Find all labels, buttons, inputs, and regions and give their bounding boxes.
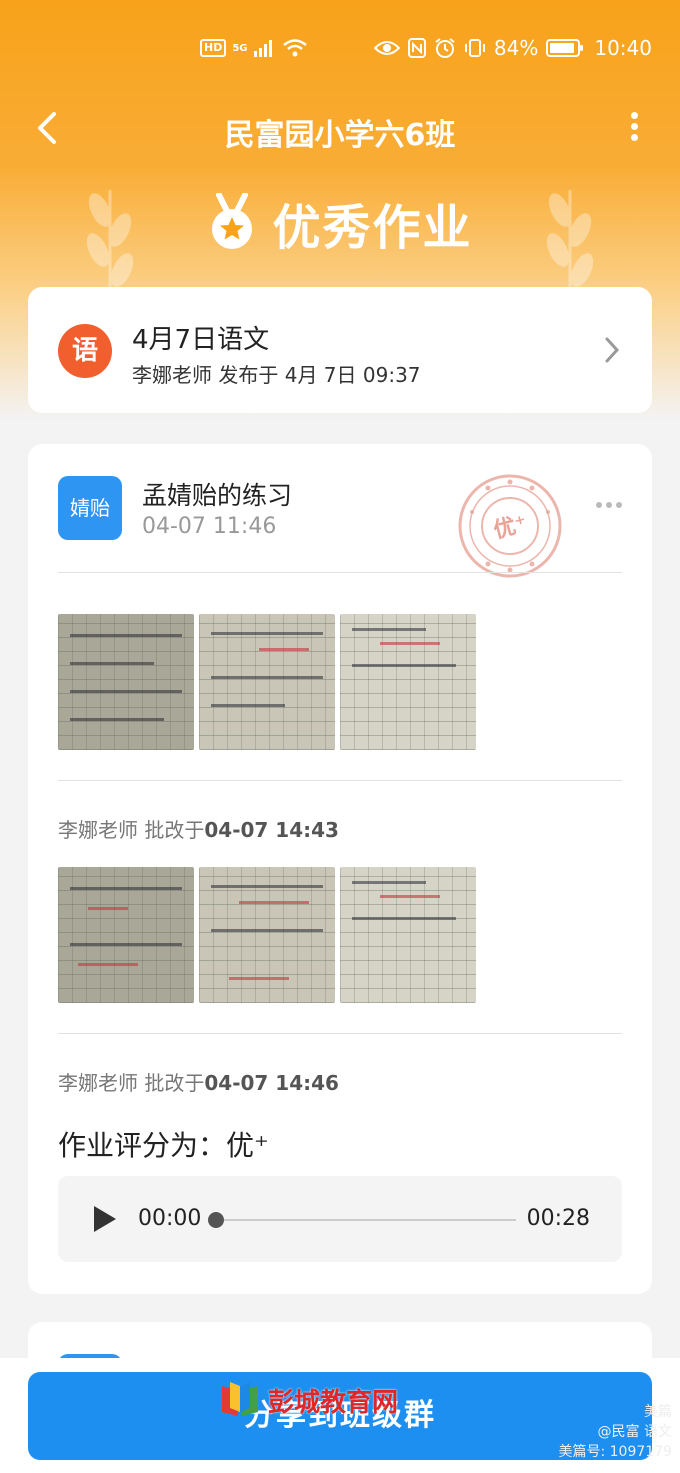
banner-title: 优秀作业: [272, 200, 473, 256]
page-title: 民富园小学六6班: [224, 118, 456, 153]
subject-badge: 语: [58, 324, 112, 378]
photo-thumbnail[interactable]: [340, 614, 476, 750]
wifi-icon: [282, 39, 307, 57]
photo-thumbnail[interactable]: [340, 867, 476, 1003]
photo-thumbnail[interactable]: [58, 614, 194, 750]
status-bar: HD 5G 84% 10:40: [0, 0, 680, 100]
review-time: 04-07 14:43: [204, 818, 339, 842]
more-options-icon[interactable]: [624, 108, 644, 148]
watermark-line: @民富 语文: [597, 1424, 672, 1440]
divider: [58, 780, 622, 781]
watermark: 彭城教育网: [218, 1378, 398, 1422]
homework-title: 4月7日语文: [132, 325, 270, 355]
review-time: 04-07 14:46: [204, 1071, 339, 1095]
score-text: 作业评分为：优⁺: [58, 1129, 269, 1162]
stamp-text: 优⁺: [491, 510, 530, 544]
network-indicators: HD 5G: [200, 38, 308, 58]
photo-thumbnail[interactable]: [199, 867, 335, 1003]
chevron-right-icon[interactable]: [602, 335, 622, 365]
audio-total-time: 00:28: [526, 1206, 590, 1231]
homework-meta: 李娜老师 发布于 4月 7日 09:37: [132, 363, 421, 387]
submission-title: 孟婧贻的练习: [142, 481, 293, 510]
review-record: 李娜老师 批改于04-07 14:46: [58, 1067, 339, 1096]
alarm-icon: [435, 38, 455, 58]
watermark-tag: 美篇 @民富 语文 美篇号: 1097179: [558, 1402, 672, 1462]
play-icon[interactable]: [94, 1206, 116, 1232]
audio-progress-handle[interactable]: [208, 1212, 224, 1228]
network-type: 5G: [232, 42, 248, 54]
photo-thumbnail[interactable]: [199, 614, 335, 750]
medal-icon: [212, 193, 253, 249]
system-indicators: 84% 10:40: [373, 36, 652, 60]
battery-percent: 84%: [493, 36, 539, 60]
audio-current-time: 00:00: [138, 1206, 202, 1231]
nfc-icon: [407, 38, 426, 58]
review-prefix: 李娜老师 批改于: [58, 1071, 205, 1095]
submission-card: 婧贻 孟婧贻的练习 04-07 11:46 优⁺ 李娜老师 批改于04-07 1: [28, 444, 652, 1294]
eye-icon: [373, 41, 400, 55]
card-more-options-icon[interactable]: [596, 502, 622, 508]
watermark-text: 彭城教育网: [268, 1387, 399, 1418]
review-record: 李娜老师 批改于04-07 14:43: [58, 814, 339, 843]
clock: 10:40: [594, 36, 652, 60]
audio-progress-track[interactable]: [216, 1219, 516, 1221]
submission-time: 04-07 11:46: [142, 514, 277, 539]
audio-player: 00:00 00:28: [58, 1176, 622, 1262]
hd-badge: HD: [200, 39, 227, 57]
photo-thumbnail[interactable]: [58, 867, 194, 1003]
bottom-bar: 分享到班级群 彭城教育网 美篇 @民富 语文 美篇号: 1097179: [0, 1358, 680, 1473]
vibrate-icon: [464, 39, 485, 57]
book-logo-icon: [222, 1382, 258, 1416]
signal-icon: [253, 40, 272, 57]
student-avatar[interactable]: 婧贻: [58, 476, 122, 540]
excellent-homework-banner: 优秀作业: [0, 188, 680, 258]
submitted-photos: [58, 614, 476, 750]
divider: [58, 572, 622, 573]
divider: [58, 1033, 622, 1034]
watermark-line: 美篇号: 1097179: [558, 1444, 672, 1460]
review-prefix: 李娜老师 批改于: [58, 818, 205, 842]
watermark-line: 美篇: [644, 1404, 672, 1420]
reviewed-photos: [58, 867, 476, 1003]
homework-card[interactable]: 语 4月7日语文 李娜老师 发布于 4月 7日 09:37: [28, 287, 652, 413]
excellent-stamp-icon: 优⁺: [458, 474, 562, 578]
battery-icon: [546, 39, 584, 57]
top-nav: 民富园小学六6班: [0, 100, 680, 156]
